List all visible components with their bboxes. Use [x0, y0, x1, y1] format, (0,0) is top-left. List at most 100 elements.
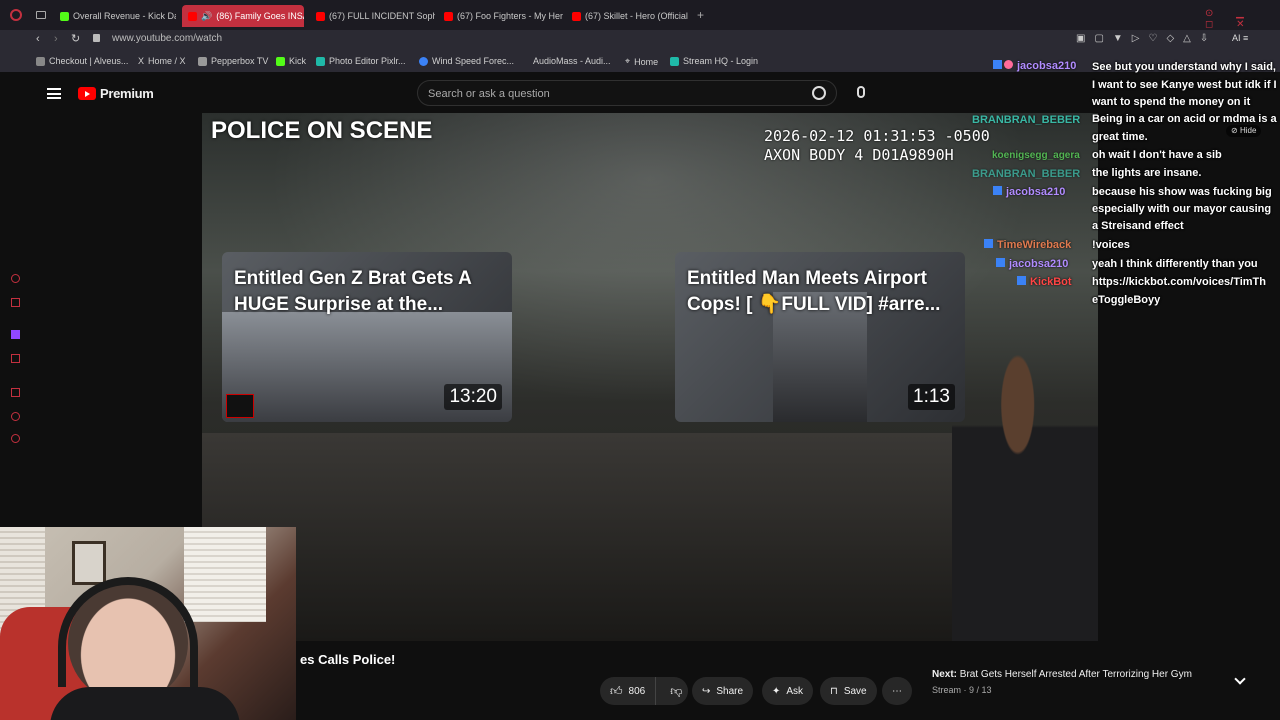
- rail-icon[interactable]: [11, 354, 20, 363]
- bookmark-icon: [670, 56, 679, 66]
- search-placeholder: Search or ask a question: [428, 88, 550, 100]
- channel-overlay: POLICE ON SCENE: [211, 117, 433, 144]
- headphones: [58, 577, 198, 687]
- window-blinds: [184, 527, 266, 622]
- forward-icon[interactable]: ›: [54, 33, 58, 45]
- chat-line: See but you understand why I said,: [1092, 61, 1276, 73]
- save-button[interactable]: ⊓ Save: [820, 677, 877, 705]
- chat-line: eToggleBoyy: [1092, 294, 1161, 306]
- more-actions-button[interactable]: ⋯: [882, 677, 912, 705]
- chat-username: KickBot: [1017, 276, 1072, 288]
- tab-label: (86) Family Goes INSA: [216, 11, 304, 21]
- badge-icon: [993, 60, 1002, 69]
- chat-username: jacobsa210: [996, 258, 1068, 270]
- bookmark-2[interactable]: Pepperbox TV: [198, 56, 268, 66]
- browser-menu-icon[interactable]: [10, 9, 22, 21]
- rail-icon[interactable]: [11, 412, 20, 421]
- search-input[interactable]: Search or ask a question: [417, 80, 837, 106]
- url-text[interactable]: www.youtube.com/watch: [112, 33, 222, 44]
- badge-icon: [993, 186, 1002, 195]
- tab-1[interactable]: 🔊 (86) Family Goes INSA: [182, 5, 304, 27]
- bookmark-7[interactable]: ⌖ Home: [625, 56, 658, 67]
- bookmark-8[interactable]: Stream HQ - Login: [670, 56, 758, 66]
- youtube-icon: [444, 11, 453, 21]
- hamburger-menu-icon[interactable]: [47, 88, 61, 99]
- settings-icon[interactable]: [11, 434, 20, 443]
- like-dislike-group: 👍︎ 806 👎︎: [600, 677, 688, 705]
- bookmark-6[interactable]: AudioMass - Audi...: [533, 56, 611, 66]
- bookmark-5[interactable]: Wind Speed Forec...: [419, 56, 514, 66]
- endcard-video-1[interactable]: Entitled Gen Z Brat Gets A HUGE Surprise…: [222, 252, 512, 422]
- chat-line: a Streisand effect: [1092, 220, 1184, 232]
- bookmark-icon: ⊓: [830, 685, 838, 697]
- chat-line: https://kickbot.com/voices/TimTh: [1092, 276, 1266, 288]
- chat-username: jacobsa210: [993, 60, 1076, 72]
- bookmark-label: Stream HQ - Login: [683, 56, 759, 66]
- username-text: KickBot: [1030, 276, 1072, 288]
- dislike-button[interactable]: 👎︎: [662, 684, 690, 699]
- endcard-duration: 1:13: [908, 384, 955, 410]
- eye-off-icon: ⊘: [1231, 126, 1240, 135]
- tab-label: Overall Revenue - Kick Da: [73, 11, 176, 21]
- thumbs-down-icon: 👎︎: [670, 683, 683, 698]
- bookmark-label: Home / X: [148, 56, 186, 66]
- chat-line: I want to see Kanye west but idk if I: [1092, 79, 1277, 91]
- bookmark-4[interactable]: Photo Editor Pixlr...: [316, 56, 406, 66]
- hide-chat-button[interactable]: ⊘ Hide: [1226, 125, 1262, 137]
- twitch-icon[interactable]: [11, 330, 20, 339]
- badge-icon: [984, 239, 993, 248]
- bodycam-model: AXON BODY 4 D01A9890H: [764, 146, 954, 164]
- tab-label: (67) Foo Fighters - My Her: [457, 11, 563, 21]
- new-tab-button[interactable]: +: [697, 8, 704, 22]
- chat-username: BRANBRAN_BEBER: [972, 114, 1080, 126]
- toolbar-icons[interactable]: ▣▢▼▷♡◇△⇩: [1076, 33, 1217, 44]
- bookmark-icon: [419, 56, 428, 66]
- share-label: Share: [716, 685, 744, 697]
- bookmark-label: AudioMass - Audi...: [533, 56, 611, 66]
- next-title: Brat Gets Herself Arrested After Terrori…: [959, 669, 1192, 680]
- share-button[interactable]: ↪ Share: [692, 677, 754, 705]
- chat-username: BRANBRAN_BEBER: [972, 168, 1080, 180]
- endcard-video-2[interactable]: Entitled Man Meets Airport Cops! [ 👇FULL…: [675, 252, 965, 422]
- tab-4[interactable]: (67) Skillet - Hero (Official: [566, 5, 691, 27]
- hide-label: Hide: [1239, 126, 1257, 135]
- pin-icon: ⌖: [625, 56, 631, 66]
- microphone-icon[interactable]: [857, 86, 865, 98]
- tab-0[interactable]: Overall Revenue - Kick Da: [54, 5, 176, 27]
- like-button[interactable]: 👍︎ 806: [600, 677, 657, 705]
- bookmark-3[interactable]: Kick: [276, 56, 306, 66]
- youtube-icon: [572, 11, 581, 21]
- reload-icon[interactable]: ↻: [71, 32, 80, 45]
- bookmark-icon: [36, 56, 45, 66]
- badge-icon: [1017, 276, 1026, 285]
- chevron-down-icon[interactable]: [1234, 673, 1246, 685]
- rail-icon[interactable]: [11, 274, 20, 283]
- bookmark-label: Wind Speed Forec...: [432, 56, 515, 66]
- share-icon: ↪: [702, 685, 711, 697]
- ask-button[interactable]: ✦ Ask: [762, 677, 814, 705]
- next-label: Next:: [932, 669, 958, 680]
- webcam-overlay: [0, 527, 296, 720]
- tab-2[interactable]: (67) FULL INCIDENT Soph: [310, 5, 435, 27]
- chat-line: yeah I think differently than you: [1092, 258, 1258, 270]
- bookmark-label: Photo Editor Pixlr...: [329, 56, 406, 66]
- endcard-duration: 13:20: [444, 384, 502, 410]
- rail-icon[interactable]: [11, 388, 20, 397]
- up-next-banner[interactable]: Next: Brat Gets Herself Arrested After T…: [922, 662, 1258, 704]
- badge-icon: [996, 258, 1005, 267]
- chat-line: want to spend the money on it: [1092, 96, 1251, 108]
- back-icon[interactable]: ‹: [36, 33, 40, 45]
- rail-icon[interactable]: [11, 298, 20, 307]
- bookmark-1[interactable]: X Home / X: [138, 56, 186, 66]
- up-next-line: Next: Brat Gets Herself Arrested After T…: [932, 669, 1192, 680]
- ai-button[interactable]: AI ≡: [1232, 33, 1248, 43]
- bookmark-0[interactable]: Checkout | Alveus...: [36, 56, 128, 66]
- picture-frame: [72, 541, 106, 585]
- chat-username: koenigsegg_agera: [992, 150, 1080, 161]
- logo-text: Premium: [100, 86, 154, 101]
- tab-overview-icon[interactable]: [36, 11, 46, 19]
- kick-icon: [60, 11, 69, 21]
- search-icon[interactable]: [812, 86, 826, 100]
- youtube-logo[interactable]: Premium: [78, 86, 154, 101]
- tab-3[interactable]: (67) Foo Fighters - My Her: [438, 5, 563, 27]
